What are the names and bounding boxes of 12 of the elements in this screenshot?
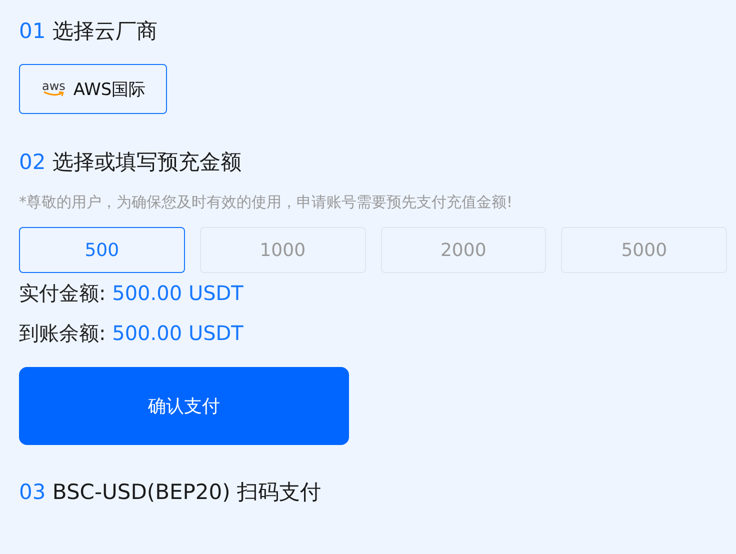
notice-text: *尊敬的用户，为确保您及时有效的使用，申请账号需要预先支付充值金额!	[19, 192, 514, 213]
summary-line: 到账余额: 500.00 USDT	[19, 320, 244, 347]
amount-option[interactable]: 5000	[561, 227, 727, 273]
amount-option[interactable]: 1000	[200, 227, 366, 273]
provider-option[interactable]: aws AWS国际	[19, 64, 167, 114]
amount-option[interactable]: 500	[19, 227, 185, 273]
section-title: 02 选择或填写预充金额	[19, 149, 242, 176]
section-title: 01 选择云厂商	[19, 18, 158, 45]
section-title: 03 BSC-USD(BEP20) 扫码支付	[19, 479, 322, 506]
summary-line: 实付金额: 500.00 USDT	[19, 280, 244, 307]
confirm-pay-button[interactable]: 确认支付	[19, 367, 349, 445]
amount-option[interactable]: 2000	[380, 227, 546, 273]
